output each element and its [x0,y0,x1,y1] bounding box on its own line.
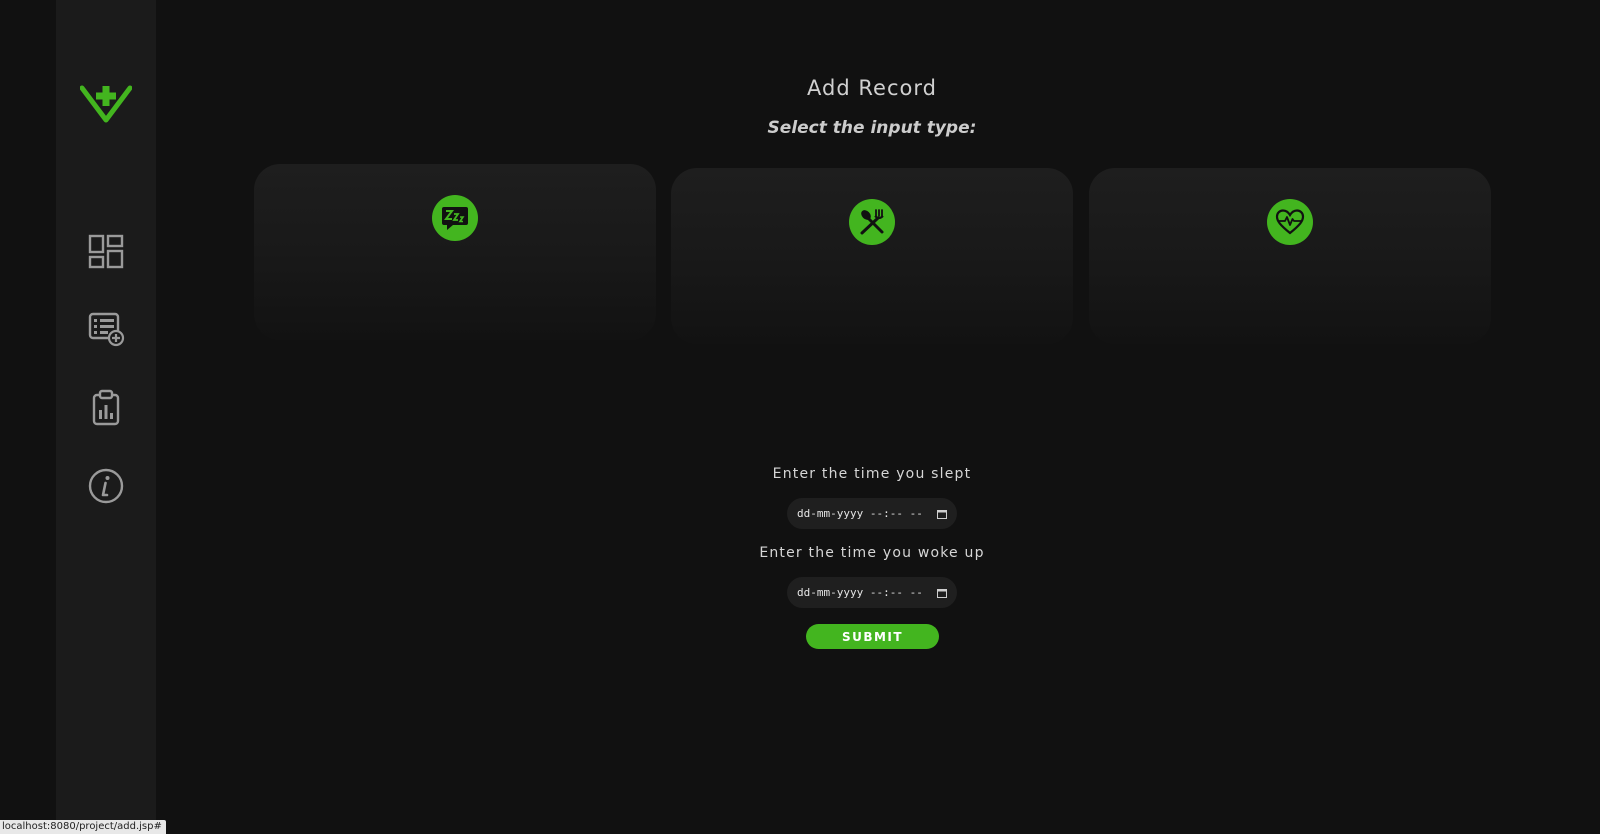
dashboard-icon[interactable] [86,232,126,272]
sidebar-lower-panel [64,700,148,834]
sleep-card[interactable] [254,164,656,340]
calendar-icon[interactable] [937,588,947,598]
page: Add Record Select the input type: Enter … [0,0,1600,834]
woke-time-input[interactable]: dd-mm-yyyy --:-- -- [787,577,957,608]
page-title: Add Record [807,76,937,100]
report-clipboard-icon[interactable] [86,388,126,428]
food-icon [849,199,895,245]
heart-rate-icon [1267,199,1313,245]
food-card[interactable] [671,168,1073,344]
submit-button[interactable]: SUBMIT [806,624,939,649]
page-subtitle: Select the input type: [767,118,977,138]
add-record-icon[interactable] [86,308,126,348]
heart-rate-card[interactable] [1089,168,1491,344]
slept-time-label: Enter the time you slept [772,466,972,482]
woke-time-placeholder: dd-mm-yyyy --:-- -- [797,586,923,599]
woke-time-label: Enter the time you woke up [759,545,985,561]
sleep-icon [432,195,478,241]
slept-time-placeholder: dd-mm-yyyy --:-- -- [797,507,923,520]
slept-time-input[interactable]: dd-mm-yyyy --:-- -- [787,498,957,529]
status-bar-url: localhost:8080/project/add.jsp# [0,820,166,834]
calendar-icon[interactable] [937,509,947,519]
